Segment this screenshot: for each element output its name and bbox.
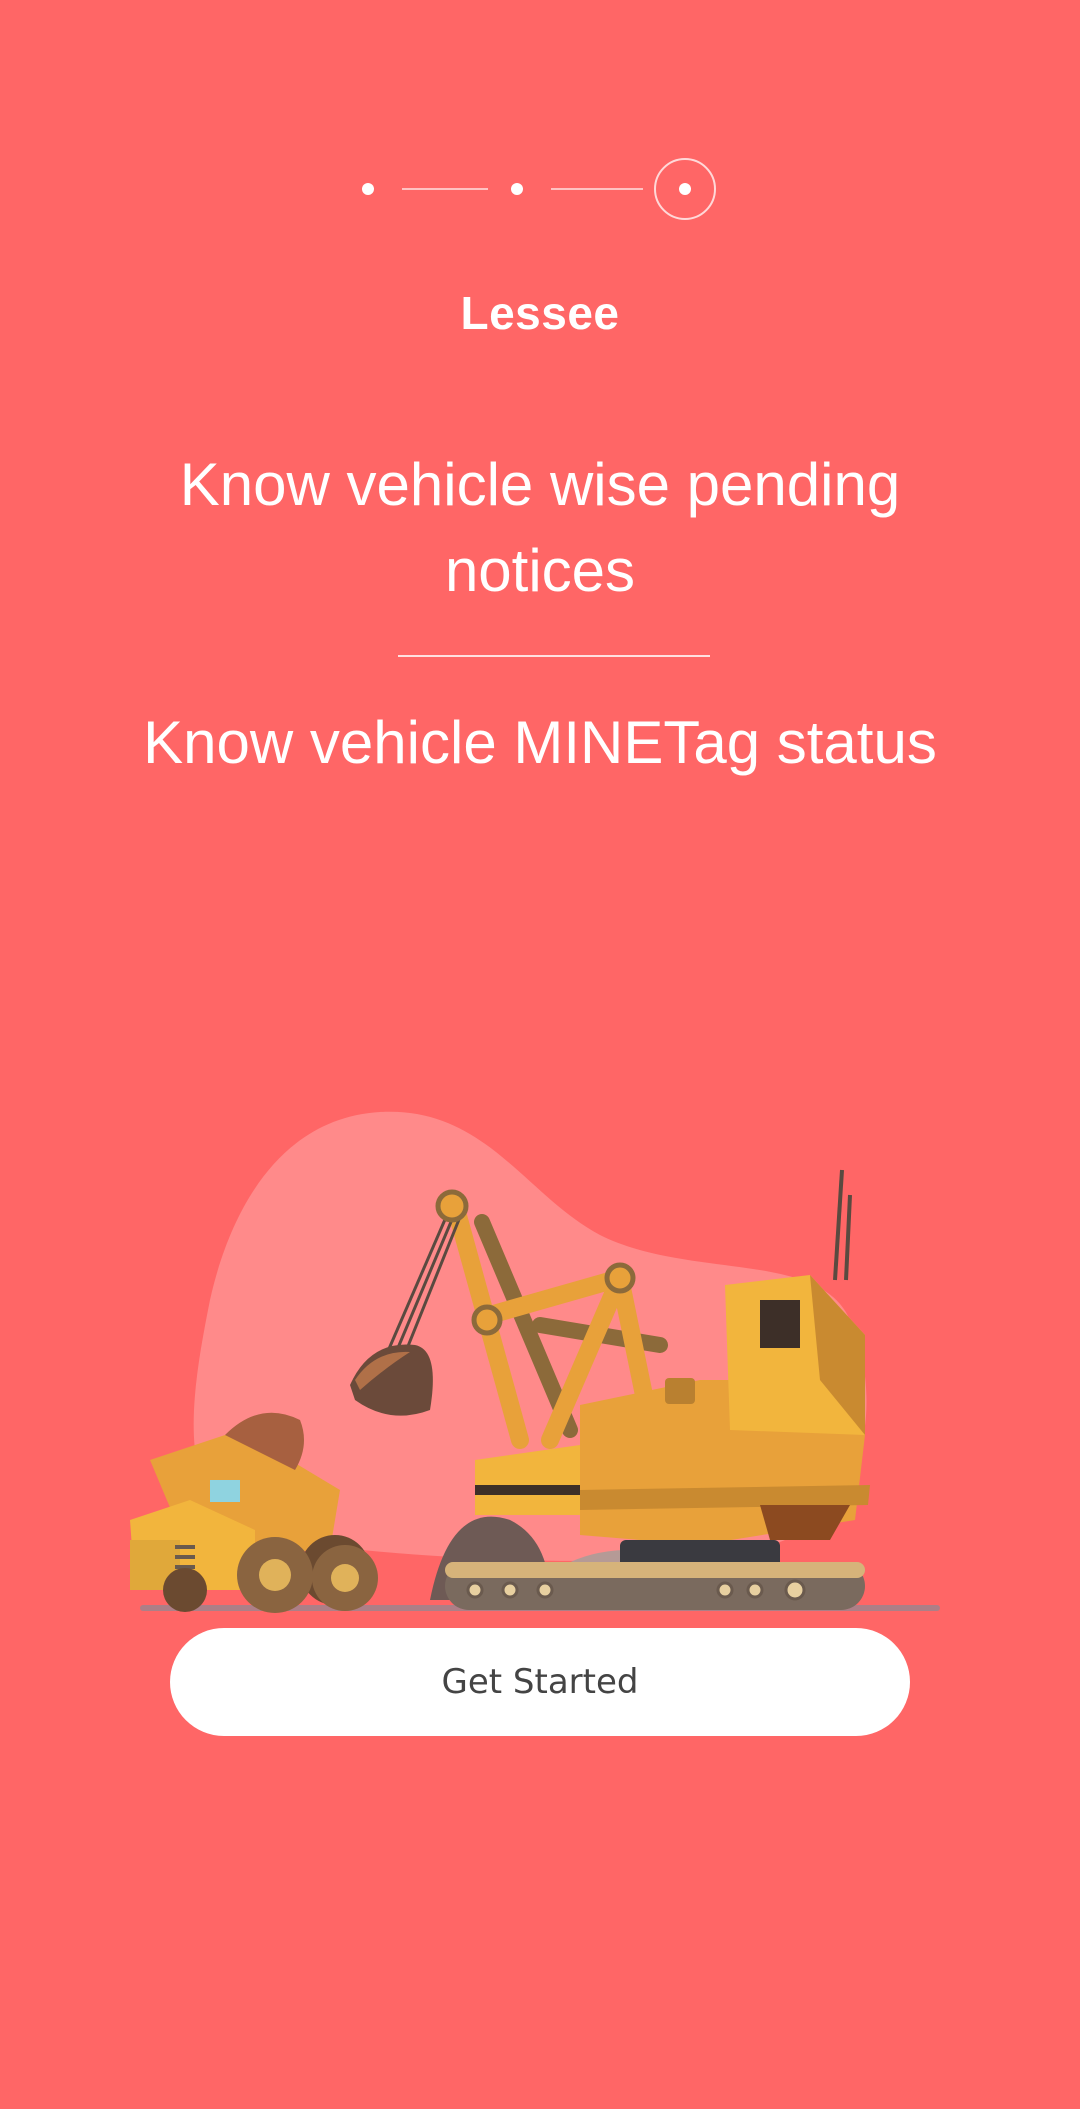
feature-divider [398,655,710,657]
antenna-1 [833,1169,844,1281]
step-dot-3 [679,183,691,195]
truck-window [210,1480,240,1502]
feature-text-pending-notices: Know vehicle wise pending notices [179,451,901,604]
boom-pulley-top [435,1189,469,1223]
step-dot-2 [511,183,523,195]
role-title: Lessee [460,287,620,339]
step-connector-1 [402,188,488,190]
truck-wheel-rear-hub [331,1564,359,1592]
truck-wheel-small [163,1568,207,1612]
step-indicator [0,0,1080,260]
feature-text-minetag-status: Know vehicle MINETag status [143,709,937,776]
step-connector-2 [551,188,643,190]
truck-grille [175,1545,195,1569]
excavator-window [665,1378,695,1404]
excavator-track-top [445,1562,865,1578]
excavator-grille [760,1505,850,1540]
boom-pulley-right [604,1262,636,1294]
truck-wheel-front-hub [259,1559,291,1591]
antenna-2 [844,1194,852,1281]
excavator-front-trim [475,1485,580,1495]
mining-illustration [130,1111,940,1613]
get-started-button[interactable]: Get Started [170,1628,910,1736]
excavator-vent [760,1300,800,1348]
step-dot-1 [362,183,374,195]
boom-pulley-mid [471,1304,503,1336]
